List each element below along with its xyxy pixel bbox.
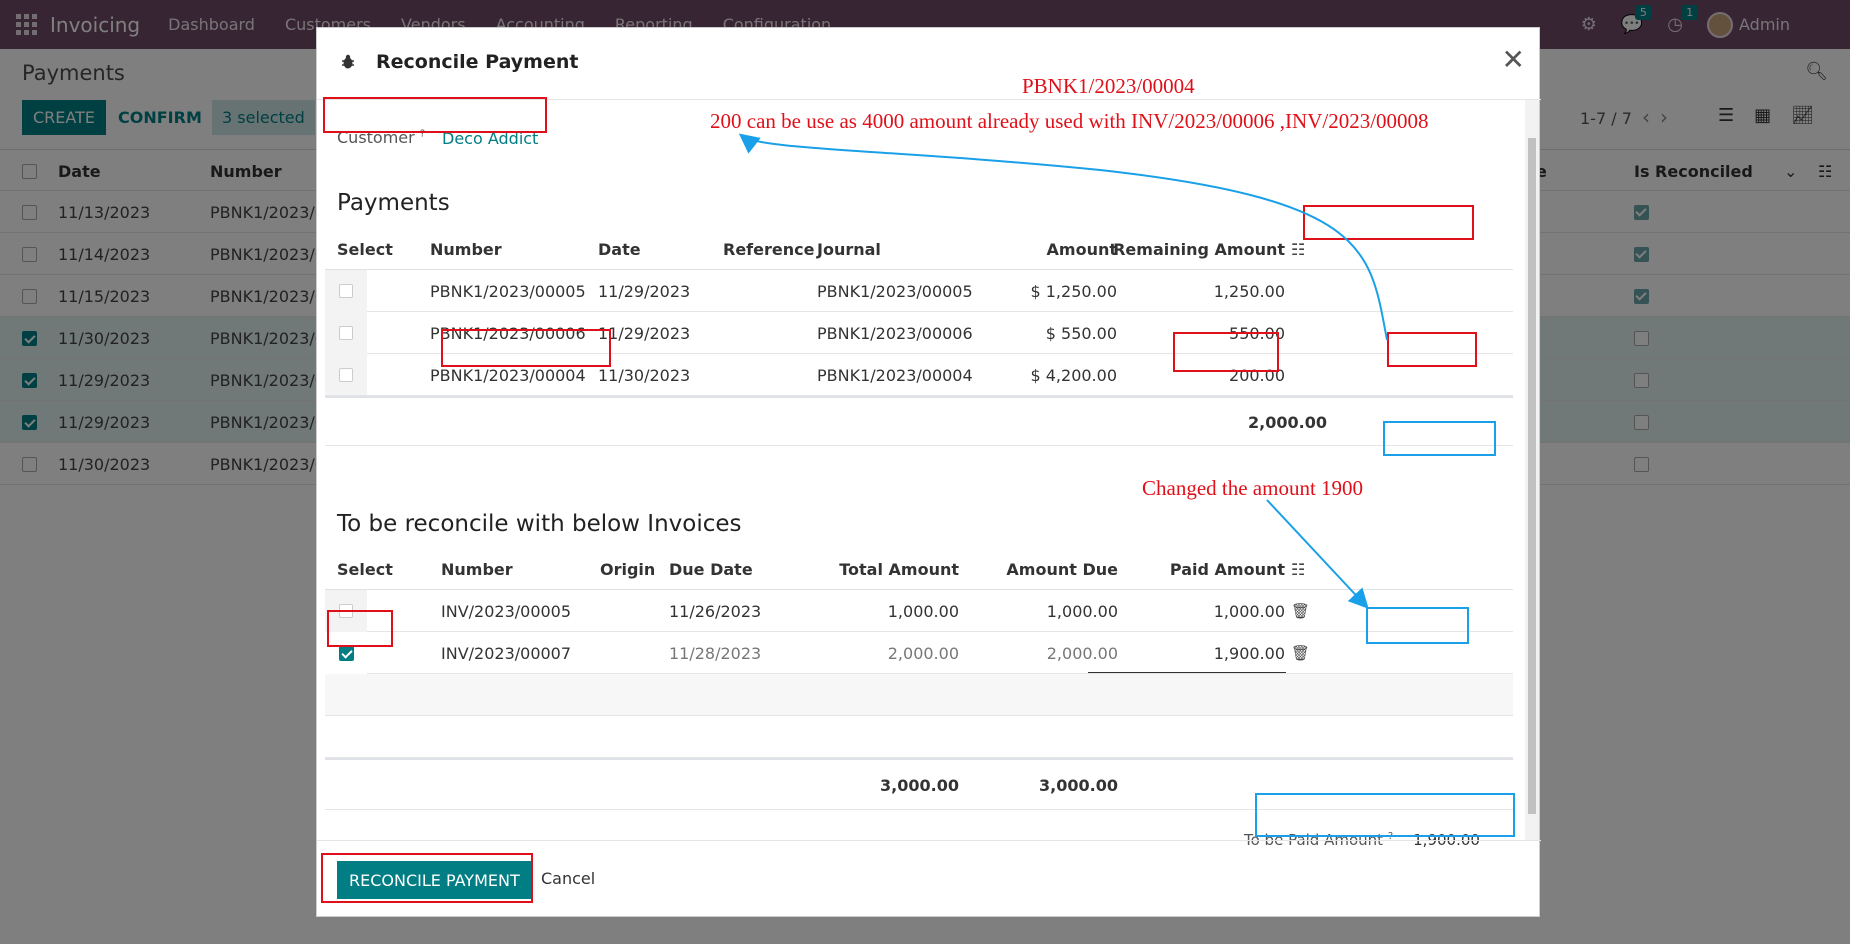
annotation-box-paid-amount (1366, 607, 1469, 644)
col-due-date[interactable]: Due Date (669, 548, 753, 590)
optional-columns-icon[interactable]: ☷ (1291, 548, 1305, 590)
trash-icon[interactable]: 🗑︎ (1291, 590, 1310, 632)
invoices-section-title: To be reconcile with below Invoices (337, 511, 742, 537)
invoice-total: 1,000.00 (887, 601, 959, 621)
annotation-note-changed: Changed the amount 1900 (1142, 476, 1364, 500)
bug-icon (342, 54, 354, 69)
trash-icon[interactable]: 🗑︎ (1291, 632, 1310, 674)
col-origin[interactable]: Origin (600, 548, 655, 590)
scrollbar-thumb[interactable] (1528, 138, 1536, 814)
payment-select-cell[interactable] (325, 312, 367, 354)
invoice-paid-amount-input[interactable]: 1,000.00 (1145, 590, 1285, 632)
payment-date: 11/29/2023 (598, 281, 691, 301)
payments-total-remaining: 2,000.00 (1248, 412, 1327, 432)
invoice-row[interactable]: INV/2023/00005 11/26/2023 1,000.00 1,000.00… (325, 590, 1513, 632)
col-reference[interactable]: Reference (723, 228, 814, 270)
payment-select-checkbox[interactable] (339, 326, 353, 340)
payment-amount: $ 550.00 (1045, 323, 1117, 343)
invoice-due-date: 11/28/2023 (669, 643, 762, 663)
annotation-note-payment-ref: PBNK1/2023/00004 (1022, 74, 1195, 98)
col-amount-due[interactable]: Amount Due (985, 548, 1118, 590)
annotation-box-amount (1173, 332, 1279, 372)
invoice-row[interactable]: INV/2023/00007 11/28/2023 2,000.00 2,000.00… (325, 632, 1513, 674)
col-paid-amount[interactable]: Paid Amount (1145, 548, 1285, 590)
col-select[interactable]: Select (337, 548, 393, 590)
col-total-amount[interactable]: Total Amount (795, 548, 959, 590)
payment-select-cell[interactable] (325, 270, 367, 312)
invoice-due-date: 11/26/2023 (669, 601, 762, 621)
annotation-box-reconcile-button (321, 853, 533, 903)
invoice-number: INV/2023/00007 (441, 643, 572, 663)
payment-amount: $ 1,250.00 (1030, 281, 1117, 301)
payment-remaining: 1,250.00 (1213, 281, 1285, 301)
col-select[interactable]: Select (337, 228, 393, 270)
invoice-total: 2,000.00 (887, 643, 959, 663)
col-number[interactable]: Number (441, 548, 513, 590)
payment-select-checkbox[interactable] (339, 284, 353, 298)
invoice-amount-due: 1,000.00 (1046, 601, 1118, 621)
invoices-empty-row (325, 716, 1513, 758)
col-number[interactable]: Number (430, 228, 502, 270)
payment-number: PBNK1/2023/00005 (430, 281, 586, 301)
cancel-button[interactable]: Cancel (541, 869, 595, 888)
payments-total-row: 2,000.00 (325, 396, 1513, 446)
paid-amount-underline (1088, 672, 1286, 673)
annotation-note-remaining: 200 can be use as 4000 amount already us… (710, 109, 1429, 133)
reconcile-payment-dialog: Reconcile Payment ✕ Customer ? Deco Addi… (316, 27, 1541, 917)
payments-section-title: Payments (337, 190, 450, 216)
annotation-box-payment-number (441, 329, 611, 367)
payment-journal: PBNK1/2023/00005 (817, 281, 973, 301)
col-amount[interactable]: Amount (1005, 228, 1117, 270)
invoices-total-amount: 3,000.00 (880, 775, 959, 795)
annotation-box-to-be-paid (1255, 793, 1515, 837)
annotation-box-customer (323, 97, 547, 133)
annotation-box-total-remaining (1383, 421, 1496, 456)
invoices-empty-row (325, 674, 1513, 716)
annotation-box-remaining-header (1303, 205, 1474, 240)
modal-title: Reconcile Payment (376, 51, 579, 73)
annotation-box-invoice-checkbox (327, 610, 393, 647)
modal-header: Reconcile Payment ✕ (317, 28, 1541, 100)
invoice-paid-amount-input[interactable]: 1,900.00 (1145, 632, 1285, 674)
modal-scrollbar[interactable] (1525, 100, 1539, 840)
payment-date: 11/29/2023 (598, 323, 691, 343)
close-icon[interactable]: ✕ (1502, 46, 1525, 74)
payment-row[interactable]: PBNK1/2023/00005 11/29/2023 PBNK1/2023/000… (325, 270, 1513, 312)
annotation-box-remaining (1387, 332, 1477, 367)
invoice-amount-due: 2,000.00 (1046, 643, 1118, 663)
invoices-table-header: Select Number Origin Due Date Total Amou… (325, 548, 1513, 590)
invoice-number: INV/2023/00005 (441, 601, 572, 621)
payment-journal: PBNK1/2023/00006 (817, 323, 973, 343)
invoices-total-due: 3,000.00 (1039, 775, 1118, 795)
invoice-select-checkbox[interactable] (338, 645, 354, 661)
col-date[interactable]: Date (598, 228, 641, 270)
col-remaining-amount[interactable]: Remaining Amount (1113, 228, 1285, 270)
col-journal[interactable]: Journal (817, 228, 881, 270)
